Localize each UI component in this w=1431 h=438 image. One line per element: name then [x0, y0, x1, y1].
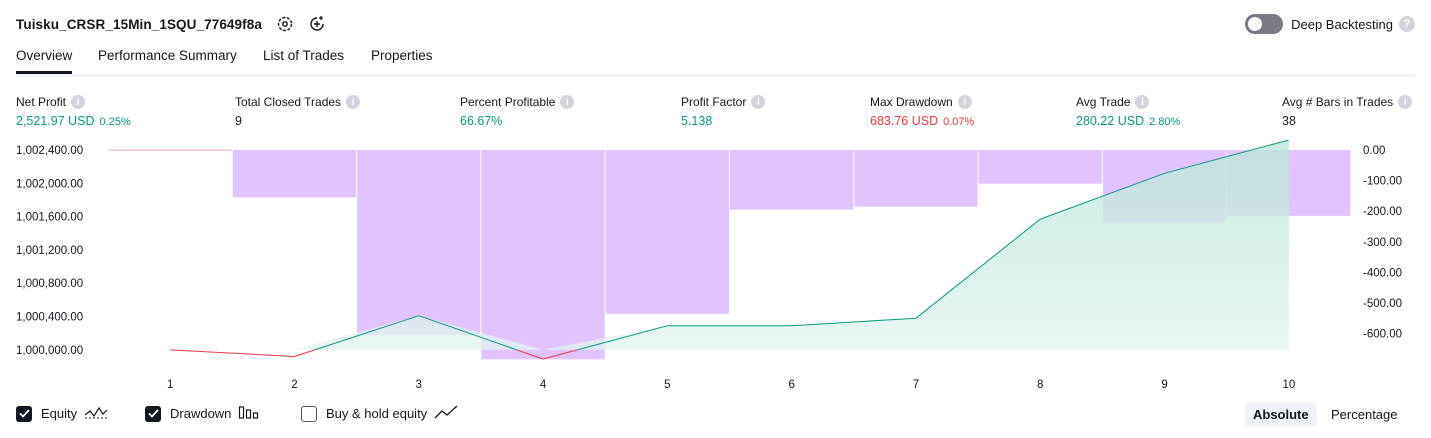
drawdown-bar: [854, 150, 978, 207]
tab-overview[interactable]: Overview: [16, 48, 73, 74]
y-right-tick-label: -400.00: [1363, 267, 1402, 279]
x-tick-label: 10: [1282, 379, 1295, 391]
y-right-tick-label: -300.00: [1363, 237, 1402, 249]
tab-list-of-trades[interactable]: List of Trades: [263, 48, 344, 71]
info-icon[interactable]: i: [1135, 95, 1150, 109]
strategy-header: Tuisku_CRSR_15Min_1SQU_77649f8a: [16, 14, 326, 34]
settings-icon[interactable]: [276, 15, 294, 33]
metric-value: 2,521.97 USD: [16, 114, 95, 128]
info-icon[interactable]: i: [957, 95, 972, 109]
x-tick-label: 5: [664, 379, 670, 391]
x-tick-label: 4: [540, 379, 547, 391]
deep-backtesting-label: Deep Backtesting: [1291, 16, 1393, 32]
metric-profit-factor: Profit Factor i 5.138: [681, 94, 766, 128]
equity-drawdown-chart[interactable]: 1,002,400.00 1,002,000.00 1,001,600.00 1,00…: [0, 140, 1431, 398]
drawdown-bar: [481, 150, 605, 360]
drawdown-bars-icon: [238, 404, 260, 423]
metric-total-closed-trades: Total Closed Trades i 9: [235, 94, 361, 128]
metric-max-drawdown: Max Drawdown i 683.76 USD 0.07%: [870, 94, 974, 128]
metric-value: 280.22 USD: [1076, 114, 1145, 128]
equity-checkbox[interactable]: [16, 405, 32, 422]
deep-backtesting-switch[interactable]: [1245, 14, 1284, 34]
add-to-chart-icon[interactable]: [308, 15, 326, 33]
y-left-tick-label: 1,000,400.00: [16, 312, 83, 324]
metric-label: Percent Profitable: [460, 95, 556, 109]
tab-performance-summary[interactable]: Performance Summary: [98, 48, 237, 71]
y-right-tick-label: -200.00: [1363, 206, 1402, 218]
buy-hold-checkbox[interactable]: [301, 405, 317, 422]
metric-value: 5.138: [681, 114, 713, 128]
strategy-title: Tuisku_CRSR_15Min_1SQU_77649f8a: [16, 16, 262, 32]
legend-buy-hold-label: Buy & hold equity: [326, 406, 428, 421]
deep-backtesting-toggle[interactable]: Deep Backtesting ?: [1245, 14, 1415, 34]
legend-buy-hold[interactable]: Buy & hold equity: [301, 404, 458, 423]
x-tick-label: 2: [291, 379, 297, 391]
y-right-tick-label: -100.00: [1363, 176, 1402, 188]
x-tick-label: 1: [167, 379, 173, 391]
metric-label: Avg Trade: [1076, 95, 1131, 109]
x-tick-label: 8: [1037, 379, 1043, 391]
metric-label: Profit Factor: [681, 95, 747, 109]
equity-segment: [170, 349, 295, 358]
metric-label: Max Drawdown: [870, 95, 953, 109]
info-icon[interactable]: i: [346, 95, 361, 109]
y-left-tick-label: 1,002,000.00: [16, 178, 83, 190]
x-tick-label: 9: [1161, 379, 1167, 391]
buy-hold-line-icon: [434, 404, 458, 423]
y-right-tick-label: -600.00: [1363, 329, 1402, 341]
y-left-tick-label: 1,001,600.00: [16, 212, 83, 224]
y-right-tick-label: -500.00: [1363, 298, 1402, 310]
drawdown-bar: [232, 150, 357, 198]
report-tabs: Overview Performance Summary List of Tra…: [16, 40, 1415, 77]
metric-value: 9: [235, 114, 242, 128]
legend-equity[interactable]: Equity: [16, 404, 108, 423]
tab-properties[interactable]: Properties: [371, 48, 433, 71]
metric-label: Net Profit: [16, 95, 67, 109]
legend-equity-label: Equity: [41, 406, 78, 421]
metric-sub: 0.25%: [99, 116, 131, 128]
drawdown-bar: [357, 150, 481, 336]
y-left-tick-label: 1,002,400.00: [16, 145, 83, 157]
metric-net-profit: Net Profit i 2,521.97 USD 0.25%: [16, 94, 131, 128]
info-icon[interactable]: i: [1398, 95, 1413, 109]
drawdown-bar: [978, 150, 1102, 184]
legend-drawdown-label: Drawdown: [170, 406, 232, 421]
metric-sub: 0.07%: [943, 116, 975, 128]
metric-avg-trade: Avg Trade i 280.22 USD 2.80%: [1076, 94, 1180, 128]
help-icon[interactable]: ?: [1399, 16, 1415, 32]
drawdown-checkbox[interactable]: [145, 405, 161, 422]
metric-sub: 2.80%: [1149, 116, 1181, 128]
metric-percent-profitable: Percent Profitable i 66.67%: [460, 94, 575, 128]
info-icon[interactable]: i: [71, 95, 86, 109]
percentage-button[interactable]: Percentage: [1323, 402, 1406, 426]
y-left-tick-label: 1,000,800.00: [16, 278, 83, 290]
info-icon[interactable]: i: [751, 95, 766, 109]
equity-line-icon: [84, 404, 108, 423]
y-left-tick-label: 1,001,200.00: [16, 245, 83, 257]
metric-label: Avg # Bars in Trades: [1282, 95, 1394, 109]
y-right-tick-label: 0.00: [1363, 145, 1385, 157]
x-tick-label: 3: [416, 379, 422, 391]
drawdown-bar: [605, 150, 729, 314]
y-left-tick-label: 1,000,000.00: [16, 345, 83, 357]
legend-drawdown[interactable]: Drawdown: [145, 404, 260, 423]
absolute-button[interactable]: Absolute: [1245, 402, 1317, 426]
metric-value: 683.76 USD: [870, 114, 939, 128]
metric-avg-bars-in-trades: Avg # Bars in Trades i 38: [1282, 94, 1413, 128]
drawdown-bar: [730, 150, 854, 210]
equity-segment: [294, 349, 315, 357]
metric-label: Total Closed Trades: [235, 95, 342, 109]
metric-value: 38: [1282, 114, 1296, 128]
x-tick-label: 6: [788, 379, 794, 391]
x-tick-label: 7: [913, 379, 919, 391]
metric-value: 66.67%: [460, 114, 503, 128]
info-icon[interactable]: i: [560, 95, 575, 109]
